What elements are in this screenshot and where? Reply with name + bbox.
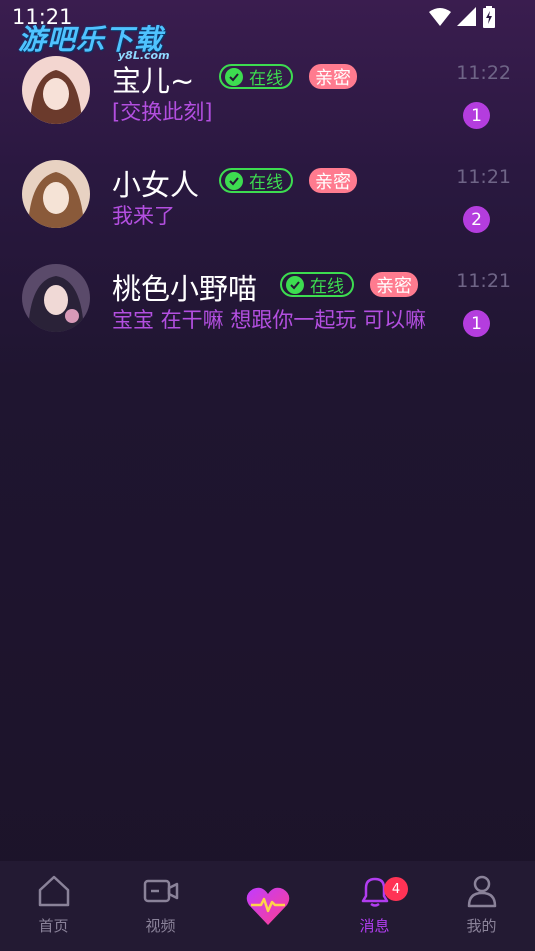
check-icon — [225, 67, 243, 86]
unread-badge: 1 — [463, 310, 490, 337]
chat-item[interactable]: 宝儿~ 在线 亲密 [交换此刻] 11:22 1 — [0, 48, 535, 152]
online-badge: 在线 — [219, 168, 293, 193]
intimate-badge: 亲密 — [309, 64, 357, 89]
status-icons — [429, 6, 495, 28]
battery-icon — [483, 6, 495, 28]
check-icon — [286, 275, 304, 294]
tab-label: 消息 — [359, 917, 390, 935]
message-time: 11:21 — [456, 270, 511, 292]
intimate-badge: 亲密 — [370, 272, 418, 297]
home-icon — [38, 875, 69, 907]
bottom-tab-bar: 首页 视频 4 消息 我的 — [0, 861, 535, 951]
status-badges: 在线 亲密 — [219, 168, 357, 193]
tab-label: 首页 — [38, 917, 69, 935]
unread-badge: 1 — [463, 102, 490, 129]
message-count-badge: 4 — [384, 877, 408, 901]
tab-video[interactable]: 视频 — [107, 861, 214, 951]
heart-pulse-icon — [246, 887, 289, 925]
contact-name: 宝儿~ — [112, 64, 195, 98]
tab-label: 视频 — [145, 917, 176, 935]
online-label: 在线 — [249, 173, 283, 193]
contact-name: 桃色小野喵 — [112, 272, 258, 306]
online-badge: 在线 — [280, 272, 354, 297]
intimate-badge: 亲密 — [309, 168, 357, 193]
online-badge: 在线 — [219, 64, 293, 89]
tab-home[interactable]: 首页 — [0, 861, 107, 951]
avatar[interactable] — [22, 56, 90, 124]
chat-item[interactable]: 桃色小野喵 在线 亲密 宝宝 在干嘛 想跟你一起玩 可以嘛 11:21 1 — [0, 256, 535, 360]
wifi-icon — [429, 8, 451, 26]
check-icon — [225, 171, 243, 190]
avatar[interactable] — [22, 264, 90, 332]
user-icon — [467, 875, 496, 908]
chat-item[interactable]: 小女人 在线 亲密 我来了 11:21 2 — [0, 152, 535, 256]
unread-badge: 2 — [463, 206, 490, 233]
message-preview: 我来了 — [112, 204, 175, 228]
contact-name: 小女人 — [112, 168, 200, 202]
message-time: 11:21 — [456, 166, 511, 188]
message-preview: 宝宝 在干嘛 想跟你一起玩 可以嘛 — [112, 308, 427, 332]
message-preview: [交换此刻] — [112, 100, 213, 124]
tab-messages[interactable]: 4 消息 — [321, 861, 428, 951]
tab-label: 我的 — [466, 917, 497, 935]
status-badges: 在线 亲密 — [219, 64, 357, 89]
video-icon — [143, 879, 178, 903]
avatar[interactable] — [22, 160, 90, 228]
chat-list: 宝儿~ 在线 亲密 [交换此刻] 11:22 1 小女人 在线 亲密 我来了 1… — [0, 48, 535, 360]
message-time: 11:22 — [456, 62, 511, 84]
status-badges: 在线 亲密 — [280, 272, 418, 297]
tab-match[interactable] — [214, 861, 321, 951]
signal-icon — [457, 7, 476, 26]
tab-profile[interactable]: 我的 — [428, 861, 535, 951]
online-label: 在线 — [310, 277, 344, 297]
online-label: 在线 — [249, 69, 283, 89]
